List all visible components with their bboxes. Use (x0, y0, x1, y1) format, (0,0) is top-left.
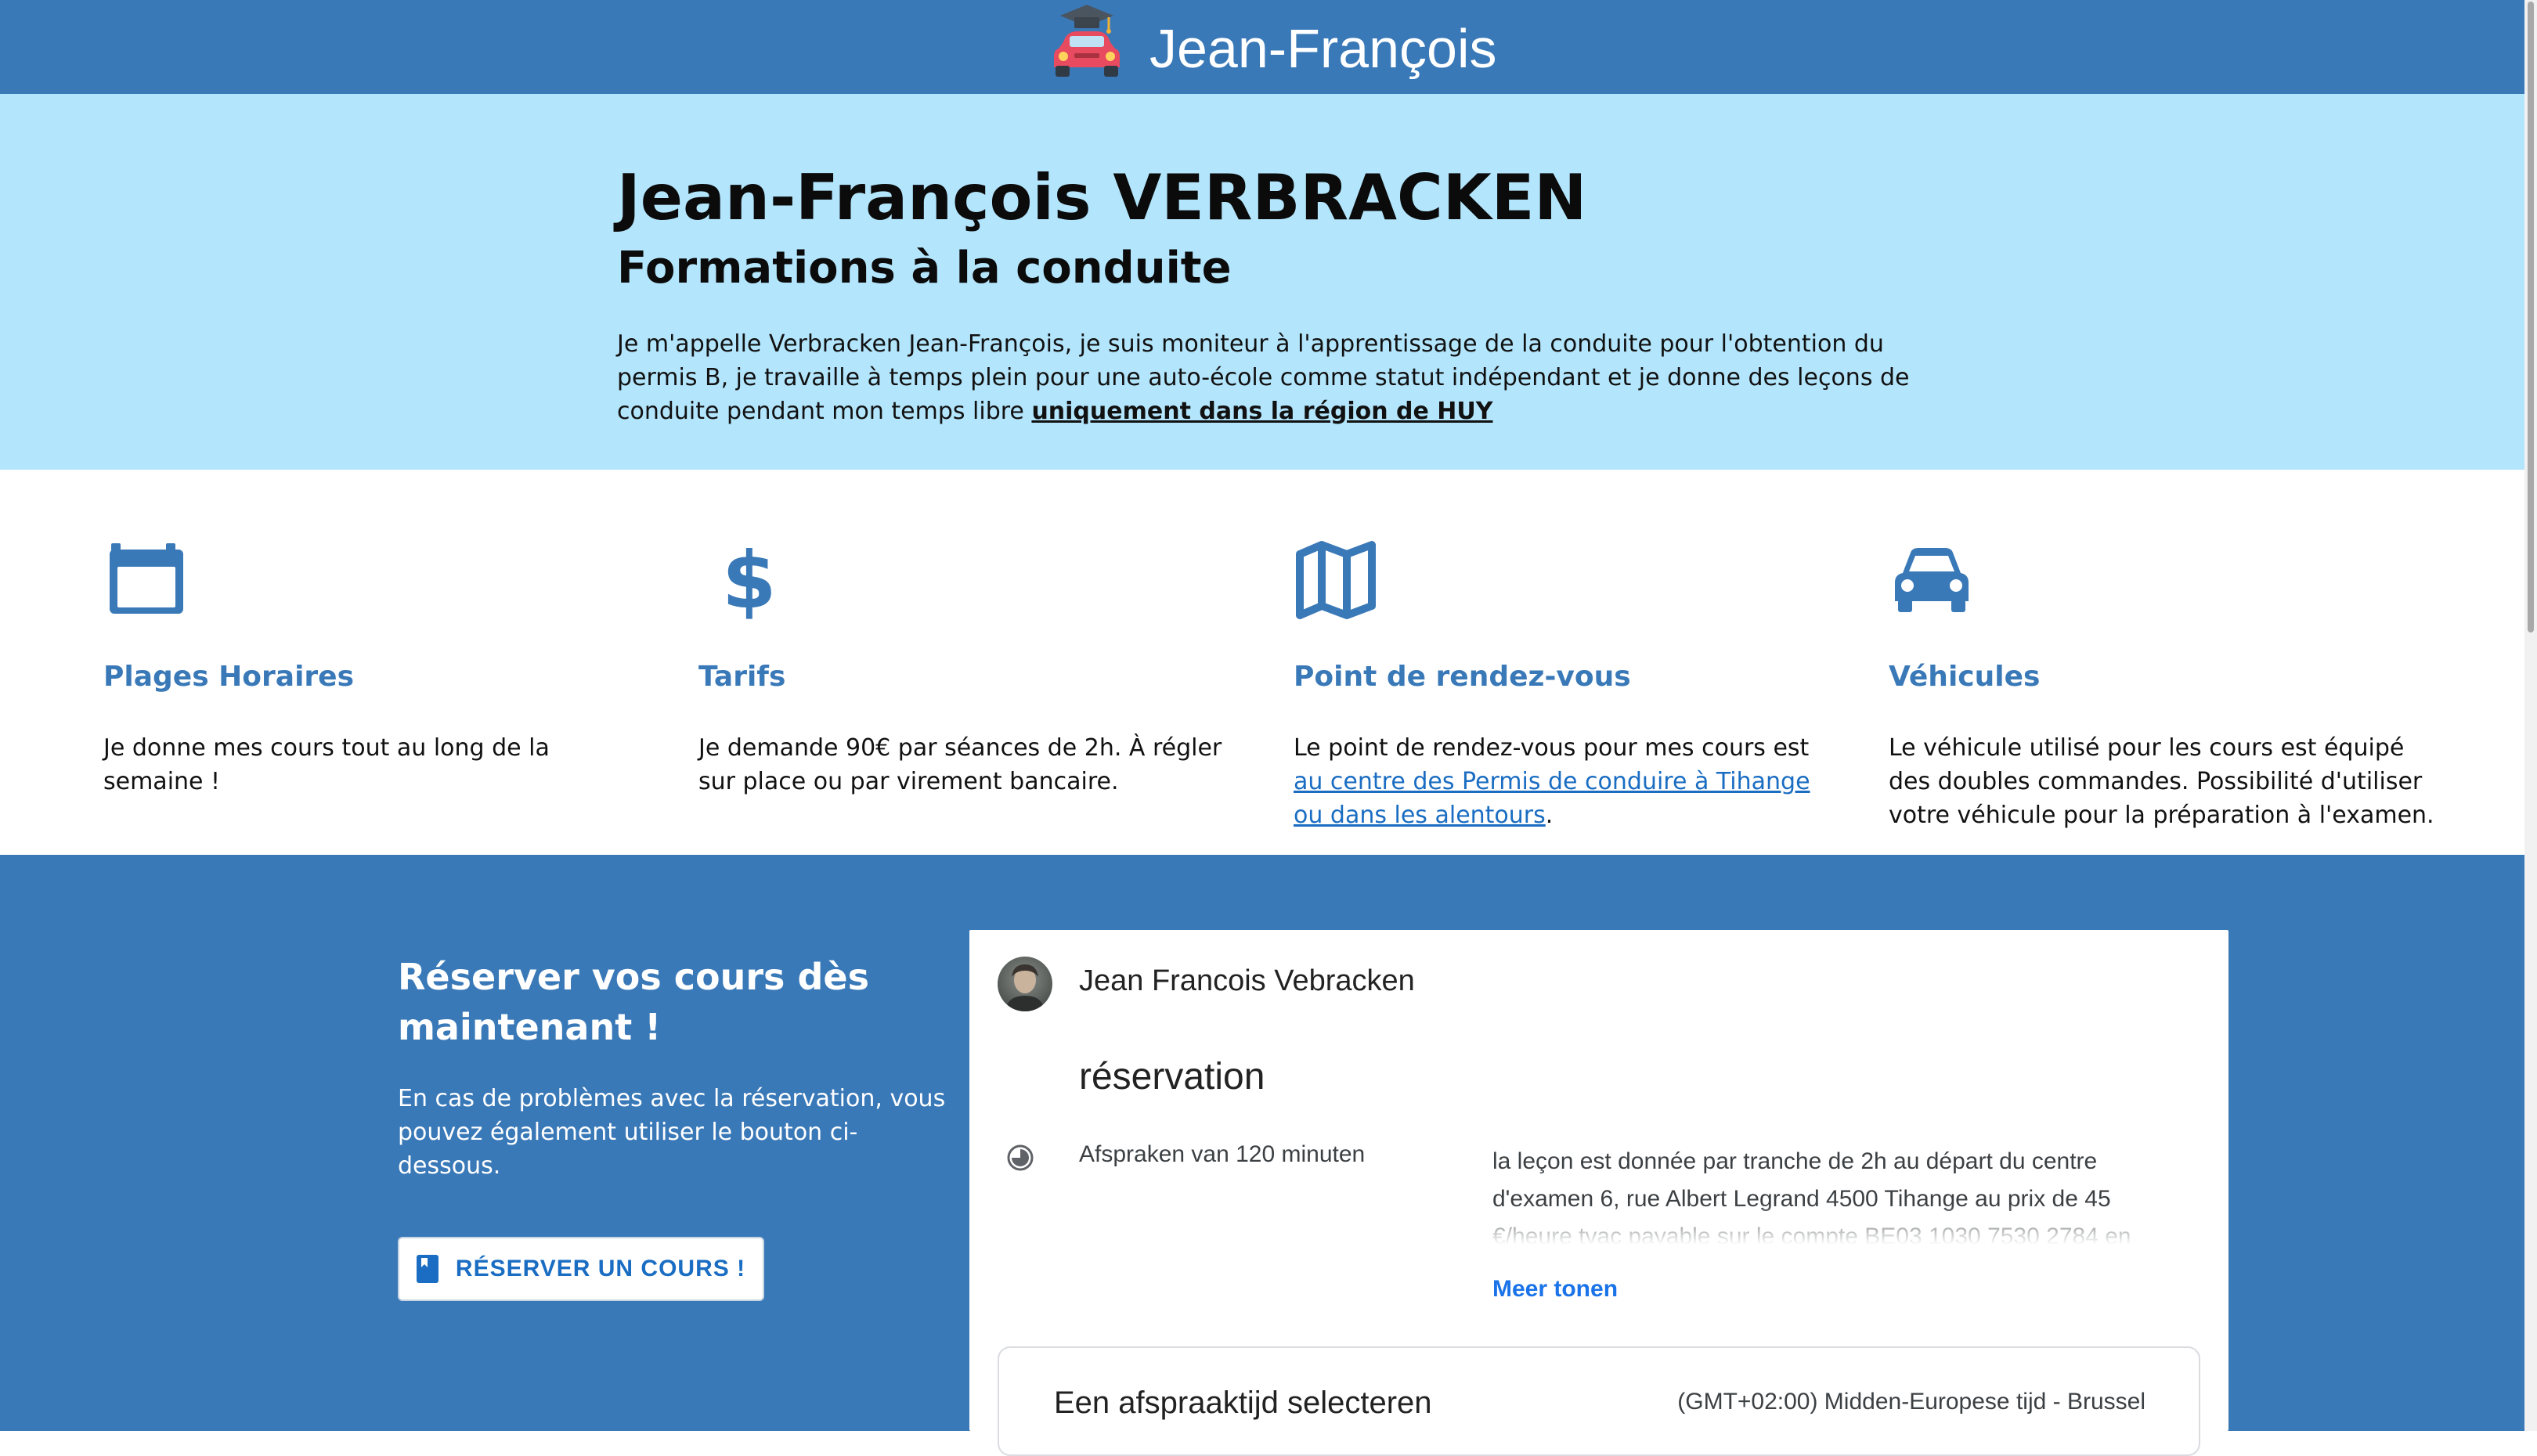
calendar-icon (110, 543, 183, 614)
avatar-photo (1005, 964, 1045, 1011)
dollar-icon: $ (722, 535, 777, 622)
appointment-duration: Afspraken van 120 minuten (1079, 1141, 1366, 1167)
select-time-title: Een afspraaktijd selecteren (1054, 1386, 1432, 1420)
car-icon (1895, 548, 1969, 612)
feature-title: Point de rendez-vous (1294, 661, 1631, 693)
feature-text: Le véhicule utilisé pour les cours est é… (1889, 734, 2434, 829)
car-with-graduation-cap-icon (1054, 5, 1120, 77)
show-more-link[interactable]: Meer tonen (1492, 1276, 1618, 1303)
owner-name: Jean Francois Vebracken (1079, 964, 1415, 997)
book-lesson-label: RÉSERVER UN COURS ! (455, 1256, 746, 1281)
feature-text: Le point de rendez-vous pour mes cours e… (1294, 731, 1842, 832)
appointment-title: réservation (1079, 1056, 1265, 1097)
map-icon (1296, 541, 1376, 619)
feature-text: Je donne mes cours tout au long de la se… (103, 734, 550, 795)
booking-subtitle: En cas de problèmes avec la réservation,… (398, 1085, 946, 1180)
scrollbar-thumb[interactable] (2528, 2, 2534, 632)
booking-title: Réserver vos cours dès maintenant ! (398, 956, 869, 1048)
region-link[interactable]: uniquement dans la région de HUY (1031, 398, 1492, 425)
appointment-description: la leçon est donnée par tranche de 2h au… (1492, 1148, 2131, 1245)
clock-icon (1007, 1144, 1034, 1171)
hero-section: Jean-François VERBRACKEN Formations à la… (0, 94, 2524, 470)
top-bar: Jean-François (0, 0, 2524, 94)
feature-text-after: . (1545, 802, 1554, 829)
feature-title: Plages Horaires (103, 661, 355, 693)
timezone-selector[interactable]: (GMT+02:00) Midden-Europese tijd - Bruss… (1677, 1389, 2145, 1415)
book-lesson-button[interactable]: RÉSERVER UN COURS ! (398, 1237, 764, 1301)
booking-section: Réserver vos cours dès maintenant ! En c… (0, 855, 2524, 1456)
feature-text-before: Le point de rendez-vous pour mes cours e… (1294, 734, 1810, 762)
intro-paragraph: Je m'appelle Verbracken Jean-François, j… (617, 327, 1948, 428)
features-section: Plages Horaires Je donne mes cours tout … (0, 470, 2524, 855)
book-icon (416, 1255, 438, 1283)
appointment-widget: Jean Francois Vebracken réservation Afsp… (969, 930, 2228, 1456)
page-subtitle: Formations à la conduite (617, 243, 1232, 294)
feature-title: Véhicules (1889, 661, 2041, 693)
time-slot-panel: Een afspraaktijd selecteren (GMT+02:00) … (998, 1346, 2200, 1456)
avatar (998, 957, 1052, 1011)
feature-text: Je demande 90€ par séances de 2h. À régl… (698, 734, 1222, 795)
feature-title: Tarifs (698, 661, 786, 693)
page-title: Jean-François VERBRACKEN (617, 161, 1587, 234)
page-scrollbar[interactable] (2524, 0, 2537, 1431)
site-brand[interactable]: Jean-François (1149, 17, 1497, 80)
svg-text:$: $ (722, 535, 777, 622)
